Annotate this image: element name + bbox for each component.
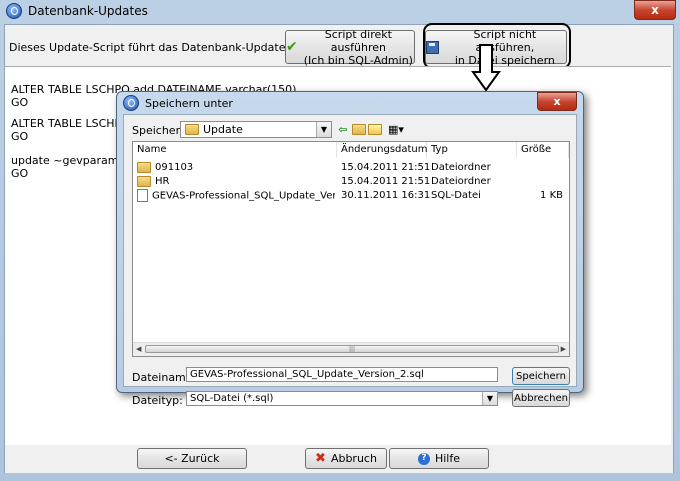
file-type: Dateiordner <box>431 176 491 187</box>
folder-icon <box>137 161 151 173</box>
up-folder-icon[interactable] <box>352 123 366 136</box>
document-icon <box>137 189 148 202</box>
bottom-bar: <- Zurück ✖ Abbruch ? Hilfe <box>5 445 673 473</box>
script-line: GO <box>11 167 29 180</box>
help-button[interactable]: ? Hilfe <box>389 448 489 469</box>
window-title: Datenbank-Updates <box>28 4 148 18</box>
dialog-close-button[interactable]: x <box>537 92 577 111</box>
location-value: Update <box>203 123 243 136</box>
save-button[interactable]: Speichern <box>512 367 570 385</box>
save-as-dialog: Speichern unter x Speichern Update ▼ ⇦ ▦… <box>116 91 584 407</box>
cancel-label: Abbrechen <box>514 392 568 404</box>
cancel-button[interactable]: Abbrechen <box>512 389 570 407</box>
new-folder-icon[interactable] <box>368 123 382 136</box>
dialog-body: Speichern Update ▼ ⇦ ▦▾ Name Änderungsda… <box>123 114 577 407</box>
back-arrow-icon[interactable]: ⇦ <box>336 123 350 136</box>
scrollbar-thumb[interactable]: ||| <box>145 345 559 353</box>
app-icon <box>6 3 22 19</box>
file-size: 1 KB <box>540 190 563 201</box>
abort-button[interactable]: ✖ Abbruch <box>305 448 387 469</box>
top-bar: Dieses Update-Script führt das Datenbank… <box>5 23 673 69</box>
help-icon: ? <box>417 452 430 465</box>
location-label: Speichern <box>132 124 187 137</box>
cross-icon: ✖ <box>315 451 326 466</box>
file-row[interactable]: 091103 15.04.2011 21:51 Dateiordner <box>133 161 569 175</box>
scroll-right-icon[interactable]: ▶ <box>561 345 566 353</box>
down-arrow-annotation <box>471 44 501 92</box>
app-icon <box>123 95 139 111</box>
filetype-value: SQL-Datei (*.sql) <box>190 393 274 404</box>
column-header-type[interactable]: Typ <box>427 142 517 158</box>
file-name: 091103 <box>155 162 194 173</box>
script-line: GO <box>11 96 29 109</box>
script-line: ALTER TABLE LSCHPO <box>11 117 130 130</box>
file-date: 15.04.2011 21:51 <box>341 162 431 173</box>
file-date: 15.04.2011 21:51 <box>341 176 431 187</box>
close-icon: x <box>553 95 561 108</box>
window-titlebar: Datenbank-Updates <box>6 2 148 20</box>
column-header-name[interactable]: Name <box>133 142 337 158</box>
main-window: Datenbank-Updates x Dieses Update-Script… <box>0 0 680 481</box>
folder-icon <box>185 124 199 135</box>
scroll-left-icon[interactable]: ◀ <box>136 345 141 353</box>
file-date: 30.11.2011 16:31 <box>341 190 431 201</box>
dialog-title: Speichern unter <box>145 96 233 110</box>
update-prompt: Dieses Update-Script führt das Datenbank… <box>9 41 313 54</box>
column-header-size[interactable]: Größe <box>517 142 569 158</box>
chevron-down-icon: ▼ <box>482 392 497 405</box>
filetype-label: Dateityp: <box>132 394 183 407</box>
close-icon: x <box>651 3 659 17</box>
location-dropdown[interactable]: Update ▼ <box>180 121 332 138</box>
dialog-titlebar: Speichern unter <box>123 95 233 111</box>
filename-input[interactable] <box>186 367 498 382</box>
run-script-label: Script direkt ausführen (Ich bin SQL-Admi… <box>303 27 413 67</box>
back-label: <- Zurück <box>164 452 220 465</box>
file-row[interactable]: GEVAS-Professional_SQL_Update_Version_1.… <box>133 189 569 203</box>
run-script-button[interactable]: ✔ Script direkt ausführen (Ich bin SQL-Ad… <box>285 27 415 67</box>
view-menu-icon[interactable]: ▦▾ <box>386 123 406 136</box>
save-label: Speichern <box>516 370 566 382</box>
back-button[interactable]: <- Zurück <box>137 448 247 469</box>
horizontal-scrollbar[interactable]: ◀ ||| ▶ <box>133 342 569 356</box>
help-label: Hilfe <box>434 452 461 465</box>
abort-label: Abbruch <box>330 452 377 465</box>
file-name: HR <box>155 176 170 187</box>
file-row[interactable]: HR 15.04.2011 21:51 Dateiordner <box>133 175 569 189</box>
file-type: Dateiordner <box>431 162 491 173</box>
file-name: GEVAS-Professional_SQL_Update_Version_1.… <box>152 190 335 202</box>
filetype-dropdown[interactable]: SQL-Datei (*.sql) ▼ <box>186 391 498 406</box>
window-close-button[interactable]: x <box>634 0 676 20</box>
script-line: GO <box>11 130 29 143</box>
folder-icon <box>137 175 151 187</box>
file-list[interactable]: Name Änderungsdatum Typ Größe 091103 15.… <box>132 141 570 357</box>
checkmark-icon: ✔ <box>286 38 298 55</box>
chevron-down-icon: ▼ <box>316 122 331 137</box>
file-type: SQL-Datei <box>431 190 481 201</box>
column-header-date[interactable]: Änderungsdatum <box>337 142 428 158</box>
